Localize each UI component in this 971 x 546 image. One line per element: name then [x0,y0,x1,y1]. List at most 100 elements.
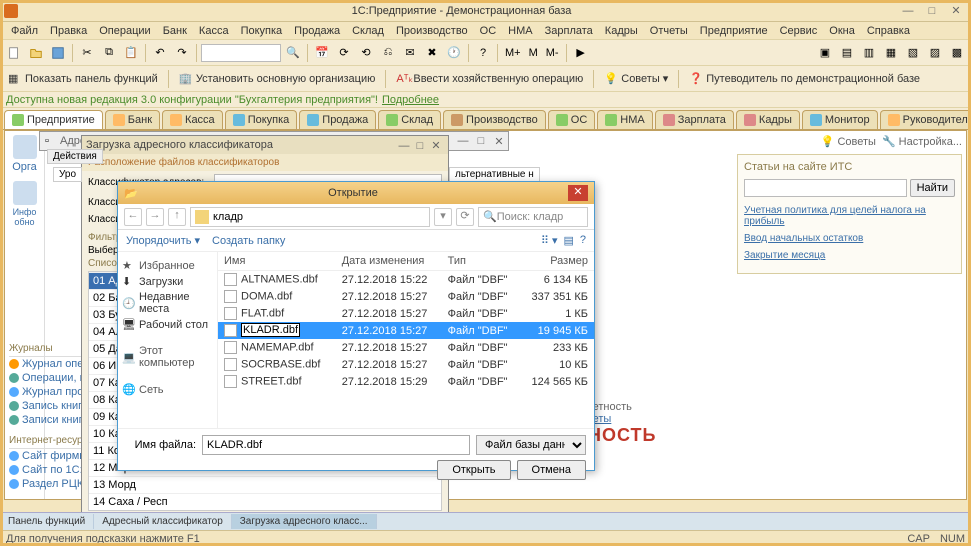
file-row[interactable]: SOCRBASE.dbf27.12.2018 15:27Файл "DBF"10… [218,356,594,373]
toolbar-search-input[interactable] [201,44,281,62]
its-link[interactable]: Ввод начальных остатков [744,233,955,244]
tb-mail-icon[interactable]: ✉ [400,43,420,63]
dialog-close-button[interactable]: ✕ [568,185,588,201]
tb-redo-icon[interactable]: ↷ [172,43,192,63]
tb-x-icon[interactable]: ✖ [422,43,442,63]
tb-r4-icon[interactable]: ▦ [881,43,901,63]
menu-prod[interactable]: Производство [391,24,473,38]
cancel-button[interactable]: Отмена [517,460,586,480]
tb-green-icon[interactable]: ▶ [571,43,591,63]
tab-bank[interactable]: Банк [105,110,160,129]
mdi-close[interactable]: ✕ [490,135,508,148]
menu-kassa[interactable]: Касса [194,24,234,38]
tb-paste-icon[interactable]: 📋 [121,43,141,63]
tips-button[interactable]: 💡Советы [821,135,876,148]
menu-stock[interactable]: Склад [347,24,389,38]
tb2-oper[interactable]: АᵀₖВвести хозяйственную операцию [392,70,587,88]
tb2-org[interactable]: 🏢Установить основную организацию [175,70,380,88]
tb-ref-icon[interactable]: 🕐 [444,43,464,63]
menu-bank[interactable]: Банк [158,24,192,38]
col-size[interactable]: Размер [520,252,594,271]
list-item[interactable]: 14 Саха / Респ [89,493,441,510]
tab-hr[interactable]: Кадры [736,110,800,129]
dialog-search-input[interactable]: 🔍 Поиск: кладр [478,207,588,227]
file-row[interactable]: NAMEMAP.dbf27.12.2018 15:27Файл "DBF"233… [218,339,594,356]
menu-service[interactable]: Сервис [775,24,823,38]
loader-close[interactable]: ✕ [428,139,444,152]
side-downloads[interactable]: ⬇Загрузки [122,275,213,288]
path-bar[interactable]: кладр [190,207,430,227]
maximize-button[interactable]: □ [921,3,943,19]
left-info[interactable]: Инфообно [9,181,40,227]
menu-edit[interactable]: Правка [45,24,92,38]
tab-stock[interactable]: Склад [378,110,441,129]
tb-cut-icon[interactable]: ✂ [77,43,97,63]
menu-nma[interactable]: НМА [503,24,537,38]
view-list-button[interactable]: ▤ [563,234,573,247]
col-date[interactable]: Дата изменения [336,252,442,271]
menu-windows[interactable]: Окна [824,24,860,38]
left-org[interactable]: Орга [9,135,40,173]
open-button[interactable]: Открыть [437,460,510,480]
menu-file[interactable]: Файл [6,24,43,38]
tb-new-icon[interactable] [4,43,24,63]
tb-r2-icon[interactable]: ▤ [837,43,857,63]
tb-undo-icon[interactable]: ↶ [150,43,170,63]
menu-help[interactable]: Справка [862,24,915,38]
tb-find-icon[interactable]: 🔍 [283,43,303,63]
mdi-max[interactable]: □ [472,135,490,148]
side-desktop[interactable]: 🖥Рабочий стол [122,318,213,331]
tb-icon-c[interactable]: ⎌ [378,43,398,63]
tb2-panel[interactable]: ▦Показать панель функций [4,70,162,88]
inner-tab-alt[interactable]: льтернативные н [449,167,540,182]
col-name[interactable]: Имя [218,252,336,271]
menu-reports[interactable]: Отчеты [645,24,693,38]
tab-nma[interactable]: НМА [597,110,652,129]
nav-up-button[interactable]: ↑ [168,208,186,226]
tb-icon-a[interactable]: ⟳ [334,43,354,63]
its-search-input[interactable] [744,179,907,197]
tb-m-minus[interactable]: M- [543,47,562,59]
nav-refresh-button[interactable]: ⟳ [456,208,474,226]
tb-r5-icon[interactable]: ▧ [903,43,923,63]
tb-help-icon[interactable]: ? [473,43,493,63]
file-row[interactable]: DOMA.dbf27.12.2018 15:27Файл "DBF"337 35… [218,288,594,305]
tb-m-plus[interactable]: M+ [502,47,524,59]
minimize-button[interactable]: — [897,3,919,19]
inner-tab-actions[interactable]: Действия [47,149,103,164]
inner-tab-uro[interactable]: Уро [53,167,82,182]
menu-operations[interactable]: Операции [94,24,155,38]
tb2-tips[interactable]: 💡Советы▾ [600,70,672,88]
notice-link[interactable]: Подробнее [382,94,439,106]
tab-enterprise[interactable]: Предприятие [4,110,103,129]
tab-os[interactable]: ОС [548,110,596,129]
loader-max[interactable]: □ [412,140,428,152]
file-row[interactable]: KLADR.dbf27.12.2018 15:27Файл "DBF"19 94… [218,322,594,339]
task-classifier[interactable]: Адресный классификатор [94,514,232,529]
tb-calc-icon[interactable]: 📅 [312,43,332,63]
tab-mgr[interactable]: Руководителю [880,110,971,129]
tb2-guide[interactable]: ❓Путеводитель по демонстрационной базе [685,70,924,88]
tb-copy-icon[interactable]: ⧉ [99,43,119,63]
task-panel[interactable]: Панель функций [0,514,94,529]
col-type[interactable]: Тип [442,252,520,271]
menu-os[interactable]: ОС [475,24,502,38]
filename-input[interactable] [202,435,470,455]
menu-buy[interactable]: Покупка [236,24,288,38]
side-favorites[interactable]: ★Избранное [122,259,213,272]
tb-open-icon[interactable] [26,43,46,63]
tb-r6-icon[interactable]: ▨ [925,43,945,63]
dialog-help-icon[interactable]: ? [580,234,586,247]
tb-save-icon[interactable] [48,43,68,63]
file-row[interactable]: ALTNAMES.dbf27.12.2018 15:22Файл "DBF"6 … [218,271,594,289]
view-options-button[interactable]: ⠿ ▾ [541,234,558,247]
side-network[interactable]: 🌐Сеть [122,383,213,396]
filetype-select[interactable]: Файл базы данных(*.dbf) [476,435,586,455]
tab-salary[interactable]: Зарплата [655,110,734,129]
tab-buy[interactable]: Покупка [225,110,298,129]
menu-salary[interactable]: Зарплата [540,24,598,38]
menu-sell[interactable]: Продажа [289,24,345,38]
tb-m[interactable]: M [526,47,541,59]
organize-button[interactable]: Упорядочить ▾ [126,234,200,247]
mdi-min[interactable]: — [454,135,472,148]
